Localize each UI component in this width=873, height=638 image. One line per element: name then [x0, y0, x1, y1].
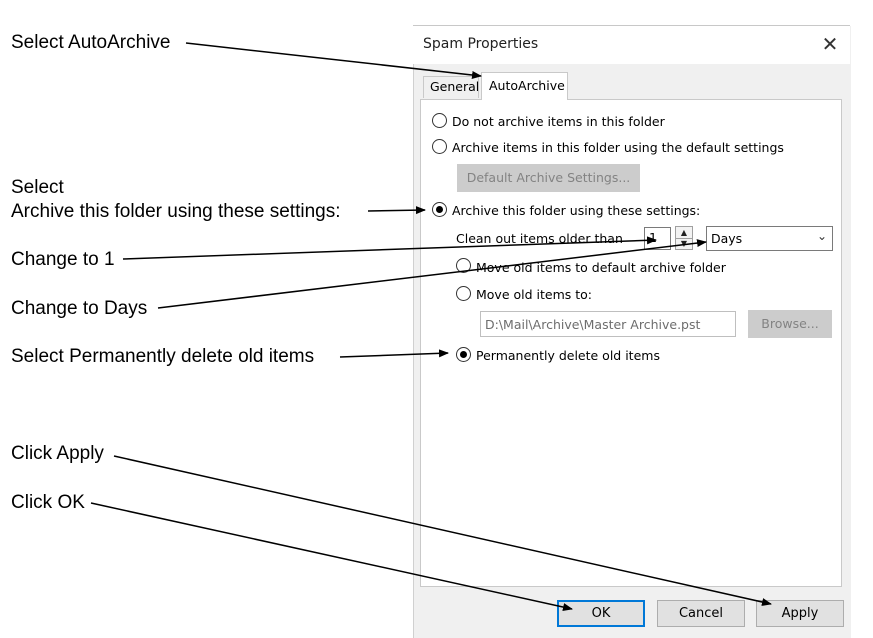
close-icon[interactable]: ✕ — [820, 33, 840, 55]
chevron-down-icon: ⌄ — [816, 229, 827, 243]
annotation-select-autoarchive: Select AutoArchive — [11, 32, 171, 53]
label-move-to: Move old items to: — [476, 287, 593, 302]
tab-general[interactable]: General — [423, 76, 479, 98]
label-clean-out: Clean out items older than — [456, 231, 623, 246]
apply-button[interactable]: Apply — [756, 600, 844, 627]
tab-autoarchive[interactable]: AutoArchive — [481, 72, 568, 100]
label-permanently-delete: Permanently delete old items — [476, 348, 660, 363]
annotation-click-ok: Click OK — [11, 492, 85, 513]
period-select-value: Days — [711, 231, 743, 246]
archive-path-input[interactable]: D:\Mail\Archive\Master Archive.pst — [480, 311, 736, 337]
annotation-select-line2: Archive this folder using these settings… — [11, 201, 341, 222]
default-archive-settings-button[interactable]: Default Archive Settings... — [457, 164, 640, 192]
dialog-title: Spam Properties — [423, 36, 539, 52]
period-select[interactable]: Days ⌄ — [706, 226, 833, 251]
annotation-change-to-days: Change to Days — [11, 298, 148, 319]
radio-archive-default[interactable] — [432, 139, 447, 154]
label-archive-custom: Archive this folder using these settings… — [452, 203, 701, 218]
clean-out-stepper[interactable]: ▲ ▼ — [675, 226, 693, 250]
radio-archive-custom[interactable] — [432, 202, 447, 217]
radio-move-to[interactable] — [456, 286, 471, 301]
annotation-select-permanently: Select Permanently delete old items — [11, 346, 315, 367]
annotation-click-apply: Click Apply — [11, 443, 104, 464]
stepper-down-icon[interactable]: ▼ — [676, 238, 692, 249]
label-do-not-archive: Do not archive items in this folder — [452, 114, 665, 129]
annotation-change-to-1: Change to 1 — [11, 249, 115, 270]
radio-do-not-archive[interactable] — [432, 113, 447, 128]
cancel-button[interactable]: Cancel — [657, 600, 745, 627]
radio-move-default[interactable] — [456, 258, 471, 273]
radio-permanently-delete[interactable] — [456, 347, 471, 362]
label-archive-default: Archive items in this folder using the d… — [452, 140, 784, 155]
clean-out-value-input[interactable]: 1 — [644, 227, 671, 250]
browse-button[interactable]: Browse... — [748, 310, 832, 338]
label-move-default: Move old items to default archive folder — [476, 260, 726, 275]
annotation-select-line1: Select — [11, 177, 64, 198]
ok-button[interactable]: OK — [557, 600, 645, 627]
